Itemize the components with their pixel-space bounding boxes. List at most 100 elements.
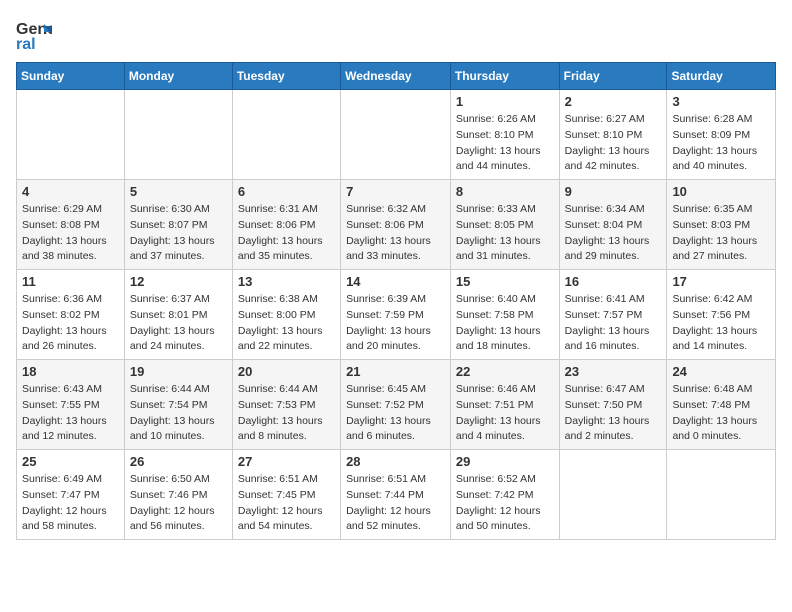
calendar-header-sunday: Sunday xyxy=(17,63,125,90)
day-number: 4 xyxy=(22,184,119,199)
calendar-cell: 1 Sunrise: 6:26 AM Sunset: 8:10 PM Daylig… xyxy=(450,90,559,180)
day-number: 6 xyxy=(238,184,335,199)
calendar-cell: 13 Sunrise: 6:38 AM Sunset: 8:00 PM Dayli… xyxy=(232,270,340,360)
day-number: 8 xyxy=(456,184,554,199)
day-info: Sunrise: 6:36 AM Sunset: 8:02 PM Dayligh… xyxy=(22,292,119,355)
day-info: Sunrise: 6:40 AM Sunset: 7:58 PM Dayligh… xyxy=(456,292,554,355)
day-number: 24 xyxy=(672,364,770,379)
day-number: 25 xyxy=(22,454,119,469)
day-number: 2 xyxy=(565,94,662,109)
calendar-cell: 20 Sunrise: 6:44 AM Sunset: 7:53 PM Dayli… xyxy=(232,360,340,450)
calendar-header-row: SundayMondayTuesdayWednesdayThursdayFrid… xyxy=(17,63,776,90)
day-info: Sunrise: 6:30 AM Sunset: 8:07 PM Dayligh… xyxy=(130,202,227,265)
day-info: Sunrise: 6:38 AM Sunset: 8:00 PM Dayligh… xyxy=(238,292,335,355)
page-header: Gene ral xyxy=(16,16,776,52)
calendar-cell: 16 Sunrise: 6:41 AM Sunset: 7:57 PM Dayli… xyxy=(559,270,667,360)
calendar-cell: 5 Sunrise: 6:30 AM Sunset: 8:07 PM Daylig… xyxy=(124,180,232,270)
day-number: 14 xyxy=(346,274,445,289)
day-number: 12 xyxy=(130,274,227,289)
calendar-cell: 17 Sunrise: 6:42 AM Sunset: 7:56 PM Dayli… xyxy=(667,270,776,360)
day-info: Sunrise: 6:52 AM Sunset: 7:42 PM Dayligh… xyxy=(456,472,554,535)
calendar-cell: 26 Sunrise: 6:50 AM Sunset: 7:46 PM Dayli… xyxy=(124,450,232,540)
calendar-cell: 15 Sunrise: 6:40 AM Sunset: 7:58 PM Dayli… xyxy=(450,270,559,360)
calendar-header-monday: Monday xyxy=(124,63,232,90)
calendar-cell: 19 Sunrise: 6:44 AM Sunset: 7:54 PM Dayli… xyxy=(124,360,232,450)
calendar-cell: 6 Sunrise: 6:31 AM Sunset: 8:06 PM Daylig… xyxy=(232,180,340,270)
day-info: Sunrise: 6:33 AM Sunset: 8:05 PM Dayligh… xyxy=(456,202,554,265)
calendar-cell: 9 Sunrise: 6:34 AM Sunset: 8:04 PM Daylig… xyxy=(559,180,667,270)
day-info: Sunrise: 6:47 AM Sunset: 7:50 PM Dayligh… xyxy=(565,382,662,445)
day-number: 13 xyxy=(238,274,335,289)
calendar-cell: 12 Sunrise: 6:37 AM Sunset: 8:01 PM Dayli… xyxy=(124,270,232,360)
day-info: Sunrise: 6:29 AM Sunset: 8:08 PM Dayligh… xyxy=(22,202,119,265)
day-info: Sunrise: 6:48 AM Sunset: 7:48 PM Dayligh… xyxy=(672,382,770,445)
calendar-cell xyxy=(232,90,340,180)
day-info: Sunrise: 6:51 AM Sunset: 7:44 PM Dayligh… xyxy=(346,472,445,535)
calendar-cell: 10 Sunrise: 6:35 AM Sunset: 8:03 PM Dayli… xyxy=(667,180,776,270)
calendar-cell xyxy=(124,90,232,180)
day-number: 9 xyxy=(565,184,662,199)
day-info: Sunrise: 6:37 AM Sunset: 8:01 PM Dayligh… xyxy=(130,292,227,355)
calendar-cell xyxy=(17,90,125,180)
day-info: Sunrise: 6:41 AM Sunset: 7:57 PM Dayligh… xyxy=(565,292,662,355)
day-number: 21 xyxy=(346,364,445,379)
day-number: 29 xyxy=(456,454,554,469)
day-number: 17 xyxy=(672,274,770,289)
calendar-cell: 8 Sunrise: 6:33 AM Sunset: 8:05 PM Daylig… xyxy=(450,180,559,270)
day-number: 27 xyxy=(238,454,335,469)
day-number: 26 xyxy=(130,454,227,469)
calendar-cell xyxy=(559,450,667,540)
day-number: 3 xyxy=(672,94,770,109)
day-info: Sunrise: 6:31 AM Sunset: 8:06 PM Dayligh… xyxy=(238,202,335,265)
day-info: Sunrise: 6:43 AM Sunset: 7:55 PM Dayligh… xyxy=(22,382,119,445)
day-info: Sunrise: 6:34 AM Sunset: 8:04 PM Dayligh… xyxy=(565,202,662,265)
calendar-cell: 2Sunrise: 6:27 AM Sunset: 8:10 PM Daylig… xyxy=(559,90,667,180)
day-number: 1 xyxy=(456,94,554,109)
day-info: Sunrise: 6:26 AM Sunset: 8:10 PM Dayligh… xyxy=(456,112,554,175)
day-info: Sunrise: 6:50 AM Sunset: 7:46 PM Dayligh… xyxy=(130,472,227,535)
day-info: Sunrise: 6:44 AM Sunset: 7:54 PM Dayligh… xyxy=(130,382,227,445)
calendar-cell: 21Sunrise: 6:45 AM Sunset: 7:52 PM Dayli… xyxy=(341,360,451,450)
calendar-cell: 3 Sunrise: 6:28 AM Sunset: 8:09 PM Daylig… xyxy=(667,90,776,180)
calendar-week-row: 11Sunrise: 6:36 AM Sunset: 8:02 PM Dayli… xyxy=(17,270,776,360)
calendar-cell: 24 Sunrise: 6:48 AM Sunset: 7:48 PM Dayli… xyxy=(667,360,776,450)
day-info: Sunrise: 6:32 AM Sunset: 8:06 PM Dayligh… xyxy=(346,202,445,265)
day-number: 19 xyxy=(130,364,227,379)
day-info: Sunrise: 6:39 AM Sunset: 7:59 PM Dayligh… xyxy=(346,292,445,355)
calendar-cell: 28 Sunrise: 6:51 AM Sunset: 7:44 PM Dayli… xyxy=(341,450,451,540)
calendar-cell: 23 Sunrise: 6:47 AM Sunset: 7:50 PM Dayli… xyxy=(559,360,667,450)
calendar-table: SundayMondayTuesdayWednesdayThursdayFrid… xyxy=(16,62,776,540)
calendar-cell xyxy=(667,450,776,540)
calendar-cell: 11Sunrise: 6:36 AM Sunset: 8:02 PM Dayli… xyxy=(17,270,125,360)
day-number: 22 xyxy=(456,364,554,379)
calendar-cell: 7Sunrise: 6:32 AM Sunset: 8:06 PM Daylig… xyxy=(341,180,451,270)
logo-icon: Gene ral xyxy=(16,16,52,52)
calendar-cell xyxy=(341,90,451,180)
svg-text:ral: ral xyxy=(16,36,36,52)
day-info: Sunrise: 6:35 AM Sunset: 8:03 PM Dayligh… xyxy=(672,202,770,265)
day-info: Sunrise: 6:28 AM Sunset: 8:09 PM Dayligh… xyxy=(672,112,770,175)
day-number: 28 xyxy=(346,454,445,469)
day-number: 23 xyxy=(565,364,662,379)
calendar-week-row: 25Sunrise: 6:49 AM Sunset: 7:47 PM Dayli… xyxy=(17,450,776,540)
calendar-header-thursday: Thursday xyxy=(450,63,559,90)
calendar-header-saturday: Saturday xyxy=(667,63,776,90)
day-number: 5 xyxy=(130,184,227,199)
calendar-week-row: 1 Sunrise: 6:26 AM Sunset: 8:10 PM Daylig… xyxy=(17,90,776,180)
logo: Gene ral xyxy=(16,16,56,52)
day-number: 10 xyxy=(672,184,770,199)
calendar-cell: 22 Sunrise: 6:46 AM Sunset: 7:51 PM Dayli… xyxy=(450,360,559,450)
day-info: Sunrise: 6:51 AM Sunset: 7:45 PM Dayligh… xyxy=(238,472,335,535)
day-info: Sunrise: 6:42 AM Sunset: 7:56 PM Dayligh… xyxy=(672,292,770,355)
day-info: Sunrise: 6:44 AM Sunset: 7:53 PM Dayligh… xyxy=(238,382,335,445)
day-info: Sunrise: 6:46 AM Sunset: 7:51 PM Dayligh… xyxy=(456,382,554,445)
calendar-cell: 29 Sunrise: 6:52 AM Sunset: 7:42 PM Dayli… xyxy=(450,450,559,540)
day-number: 20 xyxy=(238,364,335,379)
calendar-cell: 25Sunrise: 6:49 AM Sunset: 7:47 PM Dayli… xyxy=(17,450,125,540)
calendar-cell: 4 Sunrise: 6:29 AM Sunset: 8:08 PM Daylig… xyxy=(17,180,125,270)
calendar-header-wednesday: Wednesday xyxy=(341,63,451,90)
calendar-cell: 18Sunrise: 6:43 AM Sunset: 7:55 PM Dayli… xyxy=(17,360,125,450)
calendar-cell: 14 Sunrise: 6:39 AM Sunset: 7:59 PM Dayli… xyxy=(341,270,451,360)
day-number: 16 xyxy=(565,274,662,289)
day-number: 15 xyxy=(456,274,554,289)
